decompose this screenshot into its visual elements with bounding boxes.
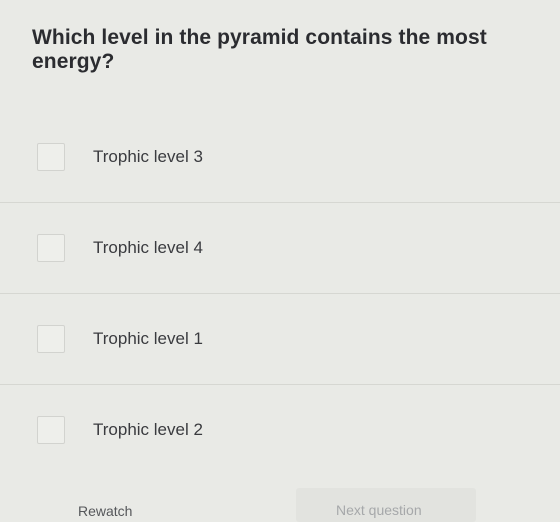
footer-bar: Rewatch Next question	[0, 488, 560, 522]
rewatch-button[interactable]: Rewatch	[78, 503, 132, 519]
option-trophic-level-2[interactable]: Trophic level 2	[0, 385, 560, 475]
next-question-label: Next question	[336, 502, 422, 518]
checkbox[interactable]	[37, 416, 65, 444]
next-question-button[interactable]: Next question	[296, 488, 476, 522]
option-trophic-level-3[interactable]: Trophic level 3	[0, 112, 560, 203]
checkbox[interactable]	[37, 143, 65, 171]
option-label: Trophic level 3	[93, 147, 203, 166]
question-text: Which level in the pyramid contains the …	[32, 26, 487, 73]
option-label: Trophic level 1	[93, 329, 203, 348]
option-label: Trophic level 4	[93, 238, 203, 257]
checkbox[interactable]	[37, 234, 65, 262]
option-trophic-level-4[interactable]: Trophic level 4	[0, 203, 560, 294]
checkbox[interactable]	[37, 325, 65, 353]
option-label: Trophic level 2	[93, 420, 203, 439]
option-trophic-level-1[interactable]: Trophic level 1	[0, 294, 560, 385]
answer-options: Trophic level 3 Trophic level 4 Trophic …	[0, 112, 560, 475]
